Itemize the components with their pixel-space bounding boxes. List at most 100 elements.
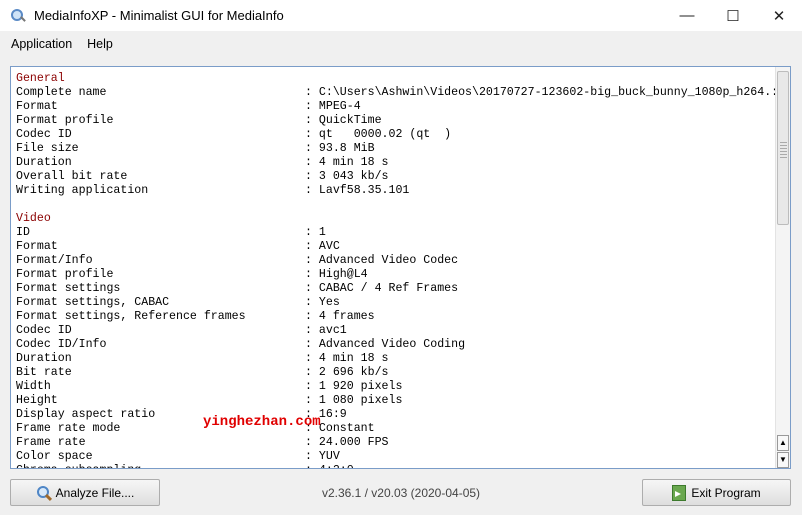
info-row: Height: 1 080 pixels [16,394,778,408]
vertical-scrollbar[interactable]: ▲ ▼ [775,67,790,468]
separator: : [305,170,319,183]
info-value: C:\Users\Ashwin\Videos\20170727-123602-b… [318,86,779,99]
info-row: Codec ID/Info: Advanced Video Coding [16,338,778,352]
info-row: Frame rate mode: Constant [16,422,778,436]
info-key: Format profile [16,114,114,127]
app-magnifier-icon [10,8,26,24]
info-value: High@L4 [318,268,368,281]
info-key: Format/Info [16,254,93,267]
info-value: 1 [318,226,326,239]
info-row: Format: MPEG-4 [16,100,778,114]
info-row: Writing application: Lavf58.35.101 [16,184,778,198]
separator: : [305,156,319,169]
analyze-file-button[interactable]: Analyze File.... [10,479,160,506]
info-value: 2 696 kb/s [318,366,389,379]
separator: : [305,464,319,468]
info-row: Duration: 4 min 18 s [16,156,778,170]
info-row: Format profile: High@L4 [16,268,778,282]
exit-door-icon [672,484,687,501]
media-info-text[interactable]: General Complete name: C:\Users\Ashwin\Vi… [10,66,791,469]
analyze-file-label: Analyze File.... [55,485,135,500]
info-value: YUV [318,450,340,463]
info-key: ID [16,226,30,239]
grip-icon [780,142,787,158]
separator: : [305,226,319,239]
separator: : [305,240,319,253]
exit-program-label: Exit Program [691,485,761,500]
info-key: Frame rate [16,436,86,449]
info-row: ID: 1 [16,226,778,240]
separator: : [305,338,319,351]
info-value: 4:2:0 [319,464,354,468]
menu-bar: Application Help [0,31,802,56]
info-row: Complete name: C:\Users\Ashwin\Videos\20… [16,86,778,100]
watermark: yinghezhan.com [203,414,321,430]
info-key: Format [16,240,58,253]
info-row: Codec ID: avc1 [16,324,778,338]
separator: : [305,394,319,407]
minimize-button[interactable]: — [664,0,710,31]
info-row: Overall bit rate: 3 043 kb/s [16,170,778,184]
info-row: Format settings, Reference frames: 4 fra… [16,310,778,324]
info-value: CABAC / 4 Ref Frames [318,282,459,295]
separator: : [305,86,319,99]
info-row: Bit rate: 2 696 kb/s [16,366,778,380]
separator: : [305,282,319,295]
info-key: Duration [16,352,72,365]
scroll-up-arrow-icon[interactable]: ▲ [777,435,789,451]
section-header: General [16,72,65,85]
info-key: Bit rate [16,366,72,379]
separator: : [305,254,319,267]
close-button[interactable]: ✕ [756,0,802,31]
separator: : [305,310,319,323]
info-value: Yes [318,296,340,309]
separator: : [305,268,319,281]
separator: : [305,324,319,337]
info-key: Format [16,100,58,113]
separator: : [305,296,319,309]
info-key: Format settings, CABAC [16,296,170,309]
info-row: Format: AVC [16,240,778,254]
info-row: Format/Info: Advanced Video Codec [16,254,778,268]
scroll-down-arrow-icon[interactable]: ▼ [777,452,789,468]
info-value: AVC [318,240,340,253]
info-row: Codec ID: qt 0000.02 (qt ) [16,128,778,142]
separator: : [305,184,319,197]
info-value: MPEG-4 [318,100,361,113]
info-key: Format settings [16,282,121,295]
info-value: qt 0000.02 (qt ) [318,128,452,141]
scroll-thumb[interactable] [777,71,789,225]
separator: : [305,128,319,141]
info-value: 4 min 18 s [318,352,389,365]
separator: : [305,114,319,127]
info-value: 24.000 FPS [318,436,389,449]
menu-application[interactable]: Application [0,37,80,51]
info-value: Advanced Video Coding [318,338,466,351]
separator: : [305,352,319,365]
info-key: Height [16,394,58,407]
info-value: Constant [318,422,375,435]
maximize-button[interactable]: ☐ [710,0,756,31]
magnifier-icon [36,485,52,501]
info-row: Frame rate: 24.000 FPS [16,436,778,450]
menu-help[interactable]: Help [80,37,121,51]
separator: : [305,450,319,463]
window-title: MediaInfoXP - Minimalist GUI for MediaIn… [34,8,284,23]
exit-program-button[interactable]: Exit Program [642,479,791,506]
info-content: General Complete name: C:\Users\Ashwin\Vi… [16,72,778,468]
info-row: Width: 1 920 pixels [16,380,778,394]
info-value: 4 frames [318,310,375,323]
separator: : [305,366,319,379]
info-row: Format profile: QuickTime [16,114,778,128]
info-key: Duration [16,156,72,169]
info-row: Chroma subsampling: 4:2:0 [16,464,778,468]
info-row: Duration: 4 min 18 s [16,352,778,366]
info-value: 1 920 pixels [318,380,403,393]
info-key: Width [16,380,51,393]
info-value: avc1 [318,324,347,337]
title-bar: MediaInfoXP - Minimalist GUI for MediaIn… [0,0,802,31]
separator: : [305,142,319,155]
info-key: Format profile [16,268,114,281]
info-key: Color space [16,450,93,463]
